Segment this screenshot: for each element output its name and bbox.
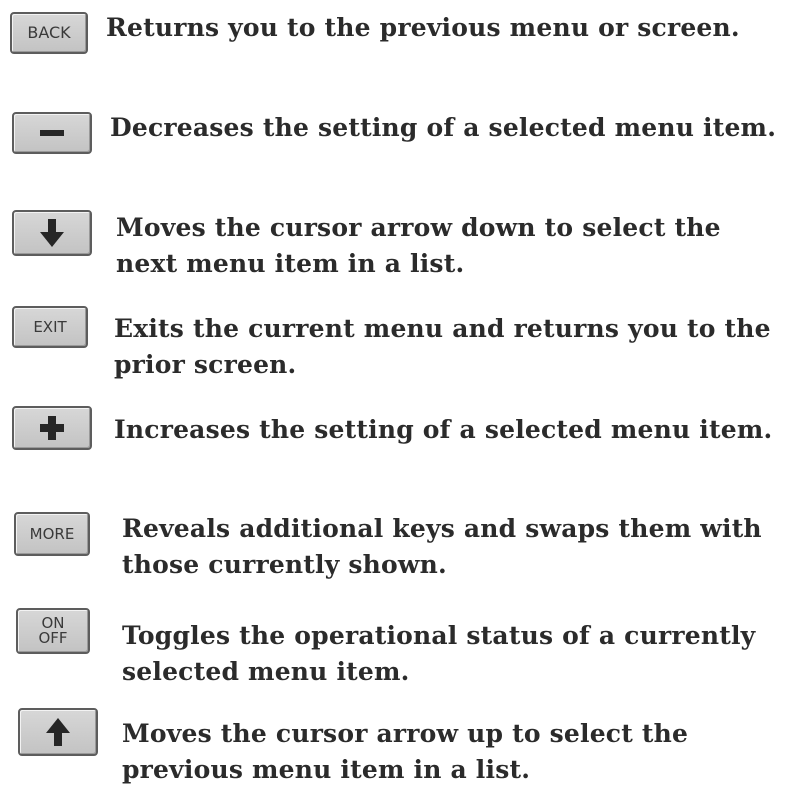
down-description: Moves the cursor arrow down to select th… — [116, 213, 721, 278]
minus-description: Decreases the setting of a selected menu… — [110, 113, 777, 142]
plus-icon — [40, 416, 64, 440]
exit-key-label: EXIT — [33, 317, 67, 336]
on-off-key[interactable]: ON OFF — [16, 608, 90, 654]
exit-description: Exits the current menu and returns you t… — [114, 314, 771, 379]
minus-icon — [40, 130, 64, 136]
on-off-key-label: ON OFF — [38, 614, 68, 647]
more-key[interactable]: MORE — [14, 512, 90, 556]
down-key[interactable] — [12, 210, 92, 256]
more-key-label: MORE — [29, 524, 75, 543]
on-off-description: Toggles the operational status of a curr… — [122, 621, 756, 686]
more-description: Reveals additional keys and swaps them w… — [122, 514, 762, 579]
down-arrow-icon — [40, 219, 64, 247]
exit-key[interactable]: EXIT — [12, 306, 88, 348]
up-arrow-icon — [46, 718, 70, 746]
back-key[interactable]: BACK — [10, 12, 88, 54]
plus-description: Increases the setting of a selected menu… — [114, 415, 773, 444]
minus-key[interactable] — [12, 112, 92, 154]
back-description: Returns you to the previous menu or scre… — [106, 13, 740, 42]
plus-key[interactable] — [12, 406, 92, 450]
up-description: Moves the cursor arrow up to select the … — [122, 719, 689, 784]
back-key-label: BACK — [27, 23, 71, 42]
up-key[interactable] — [18, 708, 98, 756]
